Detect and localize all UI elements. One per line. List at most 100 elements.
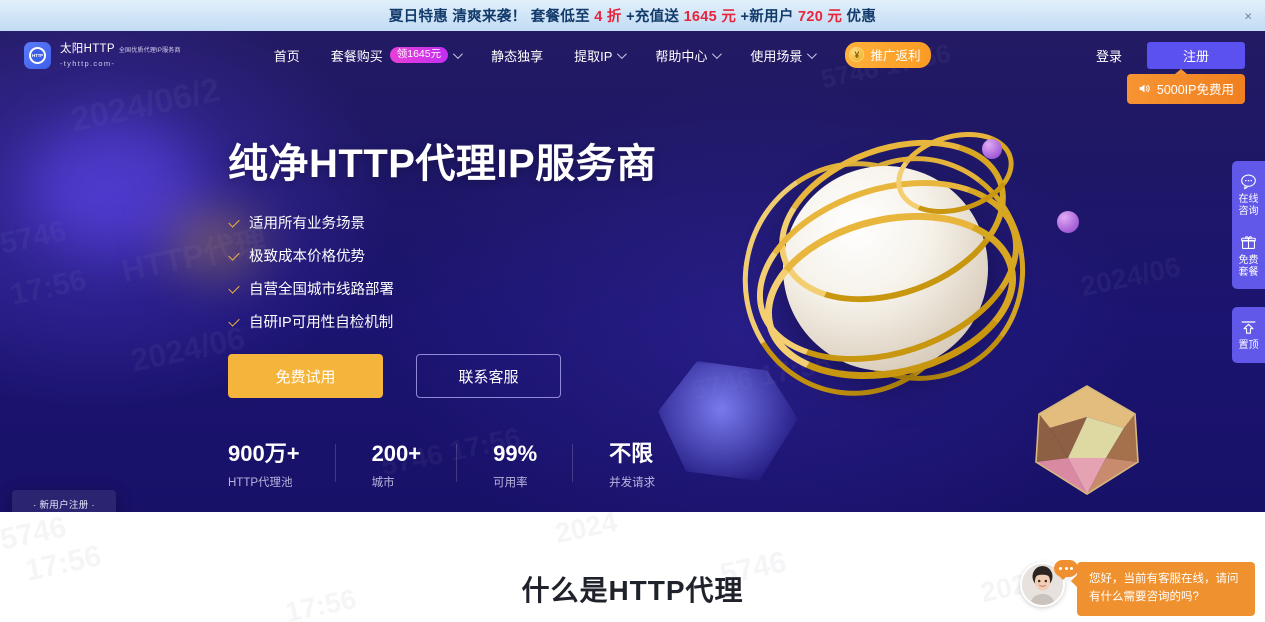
hero-copy: 纯净HTTP代理IP服务商 适用所有业务场景 极致成本价格优势 自营全国城市线路部署… xyxy=(228,141,727,490)
feature-item-label: 自研IP可用性自检机制 xyxy=(249,315,394,331)
logo-domain: -tyhttp.com- xyxy=(60,58,116,68)
promo-newuser-amount: 720 元 xyxy=(797,9,843,25)
purple-ball xyxy=(982,139,1002,159)
new-user-promo-popup[interactable]: · 新用户注册 · 最高享优惠 720元 立即注册 xyxy=(12,490,116,512)
stat-value: 不限 xyxy=(609,441,654,466)
stat-item: 200+ 城市 xyxy=(371,441,458,490)
stat-item: 99% 可用率 xyxy=(493,441,574,490)
nav-item-4[interactable]: 帮助中心 xyxy=(655,46,723,65)
check-icon xyxy=(228,250,240,262)
purple-glow xyxy=(30,121,200,251)
stat-item: 不限 并发请求 xyxy=(609,441,691,490)
check-icon xyxy=(228,316,240,328)
stat-label: 并发请求 xyxy=(609,477,656,490)
back-to-top-label: 置顶 xyxy=(1238,340,1259,351)
nav-item-5[interactable]: 使用场景 xyxy=(750,46,818,65)
main-navigation: HTTP 太阳HTTP 全国优质代理IP服务商 -tyhttp.com- 首页 套… xyxy=(0,31,1265,79)
nav-item-3[interactable]: 提取IP xyxy=(574,46,628,65)
arrow-up-icon xyxy=(1240,319,1257,336)
chevron-down-icon xyxy=(617,48,628,59)
side-rail-card-top: 置顶 xyxy=(1232,307,1265,363)
nav-item-label: 套餐购买 xyxy=(330,48,383,64)
contact-support-button[interactable]: 联系客服 xyxy=(416,354,561,398)
nav-item-1[interactable]: 套餐购买 领1645元 xyxy=(330,46,463,65)
sidebar-item-label: 套餐 xyxy=(1238,266,1259,278)
login-link[interactable]: 登录 xyxy=(1096,46,1122,65)
stat-label: HTTP代理池 xyxy=(228,477,293,490)
check-icon xyxy=(228,283,240,295)
promo-banner-text: 夏日特惠 清爽来袭！ 套餐低至 4 折 +充值送 1645 元 +新用户 720… xyxy=(389,5,876,26)
chat-message: 您好，当前有客服在线，请问有什么需要咨询的吗? xyxy=(1071,562,1255,616)
stat-label: 可用率 xyxy=(493,477,528,490)
hero-section: 2024/06/217:565746HTTP代理2024/065746 17:5… xyxy=(0,31,1265,512)
free-trial-tooltip[interactable]: 5000IP免费用 xyxy=(1126,69,1245,104)
stat-value: 99% xyxy=(493,441,538,466)
side-rail: 在线 咨询 免费 套餐 置顶 xyxy=(1232,161,1265,363)
feature-item-label: 极致成本价格优势 xyxy=(249,249,365,265)
logo[interactable]: HTTP 太阳HTTP 全国优质代理IP服务商 -tyhttp.com- xyxy=(24,41,181,69)
gift-icon xyxy=(1240,234,1257,251)
watermark-text: 17:56 xyxy=(7,263,89,312)
purple-ball xyxy=(1057,211,1079,233)
promotion-rebate-button[interactable]: ¥ 推广返利 xyxy=(845,42,932,68)
feature-item: 极致成本价格优势 xyxy=(228,245,727,266)
nav-item-2[interactable]: 静态独享 xyxy=(491,46,543,65)
promo-mid1: +充值送 xyxy=(621,9,684,25)
nav-right: 登录 注册 xyxy=(1096,41,1245,69)
live-chat-widget[interactable]: 您好，当前有客服在线，请问有什么需要咨询的吗? xyxy=(1020,560,1255,616)
back-to-top-button[interactable]: 置顶 xyxy=(1239,316,1259,355)
nav-item-0[interactable]: 首页 xyxy=(274,46,300,65)
logo-icon: HTTP xyxy=(24,41,51,69)
logo-mark-text: HTTP xyxy=(29,46,46,64)
promo-prefix: 夏日特惠 清爽来袭！ 套餐低至 xyxy=(388,9,595,25)
nav-item-label: 提取IP xyxy=(574,48,613,64)
watermark-text: 2024 xyxy=(552,512,620,550)
promo-recharge-amount: 1645 元 xyxy=(683,9,737,25)
feature-list: 适用所有业务场景 极致成本价格优势自营全国城市线路部署 自研IP可用性自检机制 xyxy=(228,212,727,332)
side-rail-card: 在线 咨询 免费 套餐 xyxy=(1232,161,1265,289)
speaker-icon xyxy=(1138,82,1151,95)
feature-item-label: 自营全国城市线路部署 xyxy=(249,282,394,298)
page-root: 夏日特惠 清爽来袭！ 套餐低至 4 折 +充值送 1645 元 +新用户 720… xyxy=(0,0,1265,622)
feature-item: 适用所有业务场景 xyxy=(228,212,727,233)
free-trial-button[interactable]: 免费试用 xyxy=(228,354,383,398)
nav-item-label: 帮助中心 xyxy=(655,48,708,64)
promo-banner: 夏日特惠 清爽来袭！ 套餐低至 4 折 +充值送 1645 元 +新用户 720… xyxy=(0,0,1265,31)
promotion-rebate-label: 推广返利 xyxy=(870,49,921,63)
sidebar-item-free-package[interactable]: 免费 套餐 xyxy=(1239,231,1259,281)
sidebar-item-label: 在线 xyxy=(1238,194,1259,205)
sidebar-item-label: 免费 xyxy=(1238,255,1259,266)
feature-item: 自营全国城市线路部署 xyxy=(228,278,727,299)
stats-row: 900万+ HTTP代理池 200+ 城市 99% 可用率 不限并发请求 xyxy=(228,441,727,490)
promo-suffix: 优惠 xyxy=(842,9,877,25)
check-icon xyxy=(228,217,240,229)
watermark-text: 2024/06/2 xyxy=(68,71,224,141)
logo-brand: 太阳HTTP xyxy=(60,43,115,56)
stat-value: 900万+ xyxy=(228,441,300,466)
promo-mid2: +新用户 xyxy=(736,9,798,25)
typing-indicator-icon xyxy=(1054,560,1078,580)
register-button[interactable]: 注册 xyxy=(1147,41,1245,69)
popup-header: · 新用户注册 · xyxy=(33,500,95,511)
sidebar-item-online-consult[interactable]: 在线 咨询 xyxy=(1239,170,1259,220)
feature-item: 自研IP可用性自检机制 xyxy=(228,311,727,332)
nav-item-label: 首页 xyxy=(273,48,300,64)
logo-tagline: 全国优质代理IP服务商 xyxy=(118,48,181,55)
watermark-text: 5746 xyxy=(0,214,70,261)
chevron-down-icon xyxy=(453,48,463,59)
chat-icon xyxy=(1240,173,1257,190)
sidebar-item-label: 咨询 xyxy=(1238,205,1259,217)
close-icon[interactable]: × xyxy=(1244,9,1252,22)
nav-item-badge: 领1645元 xyxy=(389,47,449,63)
gold-ringed-sphere xyxy=(721,110,1045,417)
logo-text: 太阳HTTP 全国优质代理IP服务商 -tyhttp.com- xyxy=(60,42,181,68)
chevron-down-icon xyxy=(807,48,818,59)
chevron-down-icon xyxy=(712,48,723,59)
nav-items: 首页 套餐购买 领1645元 静态独享 提取IP 帮助中心 使用场景 ¥ 推广返利 xyxy=(274,42,932,68)
stat-value: 200+ xyxy=(371,441,422,466)
stat-label: 城市 xyxy=(371,477,395,490)
feature-item-label: 适用所有业务场景 xyxy=(249,216,365,232)
nav-item-label: 使用场景 xyxy=(750,48,803,64)
icosahedron-shape xyxy=(1028,384,1146,497)
stat-item: 900万+ HTTP代理池 xyxy=(228,441,336,490)
